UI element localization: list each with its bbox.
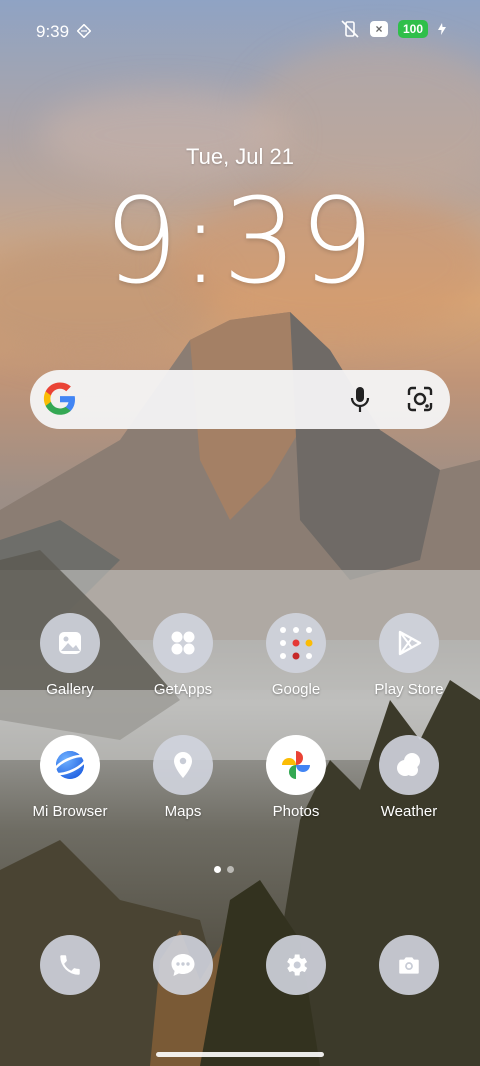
gallery-icon [40, 613, 100, 673]
app-label: Mi Browser [32, 803, 108, 820]
app-maps[interactable]: Maps [128, 735, 238, 820]
vibrate-off-icon [341, 20, 359, 38]
status-bar: 9:39 × 100 [0, 0, 480, 62]
app-label: Photos [272, 803, 320, 820]
photos-icon [266, 735, 326, 795]
app-label: Weather [380, 803, 438, 820]
weather-icon [379, 735, 439, 795]
page-dot-1[interactable] [214, 866, 221, 873]
getapps-icon [153, 613, 213, 673]
dock-settings[interactable] [266, 935, 326, 995]
page-dot-2[interactable] [227, 866, 234, 873]
play-store-icon [379, 613, 439, 673]
app-label: Google [271, 681, 321, 698]
app-gallery[interactable]: Gallery [15, 613, 125, 698]
battery-indicator: 100 [397, 20, 428, 38]
home-gesture-bar[interactable] [156, 1052, 324, 1057]
lockscreen-clock: 9:39 [103, 172, 377, 310]
google-g-icon [43, 382, 75, 415]
browser-icon [40, 735, 100, 795]
phone-icon [60, 955, 80, 975]
google-lens-icon[interactable] [406, 385, 434, 413]
network-status-icon [77, 24, 91, 38]
close-notification-icon: × [369, 21, 388, 37]
app-weather[interactable]: Weather [354, 735, 464, 820]
google-search-bar[interactable] [30, 370, 450, 429]
app-label: Maps [164, 803, 202, 820]
app-label: GetApps [153, 681, 213, 698]
page-indicator[interactable] [214, 866, 234, 873]
app-play-store[interactable]: Play Store [354, 613, 464, 698]
dock-phone[interactable] [40, 935, 100, 995]
app-getapps[interactable]: GetApps [128, 613, 238, 698]
maps-icon [153, 735, 213, 795]
app-google-folder[interactable]: Google [241, 613, 351, 698]
google-folder-icon [266, 613, 326, 673]
messages-icon [171, 954, 195, 976]
mic-icon[interactable] [348, 385, 372, 415]
status-time: 9:39 [36, 22, 70, 41]
app-mi-browser[interactable]: Mi Browser [15, 735, 125, 820]
app-photos[interactable]: Photos [241, 735, 351, 820]
app-label: Gallery [46, 681, 94, 698]
dock-camera[interactable] [379, 935, 439, 995]
dock-messages[interactable] [153, 935, 213, 995]
charging-icon [438, 23, 446, 35]
app-label: Play Store [374, 681, 444, 698]
lockscreen-date: Tue, Jul 21 [185, 144, 295, 169]
settings-icon [287, 954, 308, 976]
camera-icon [399, 957, 419, 974]
